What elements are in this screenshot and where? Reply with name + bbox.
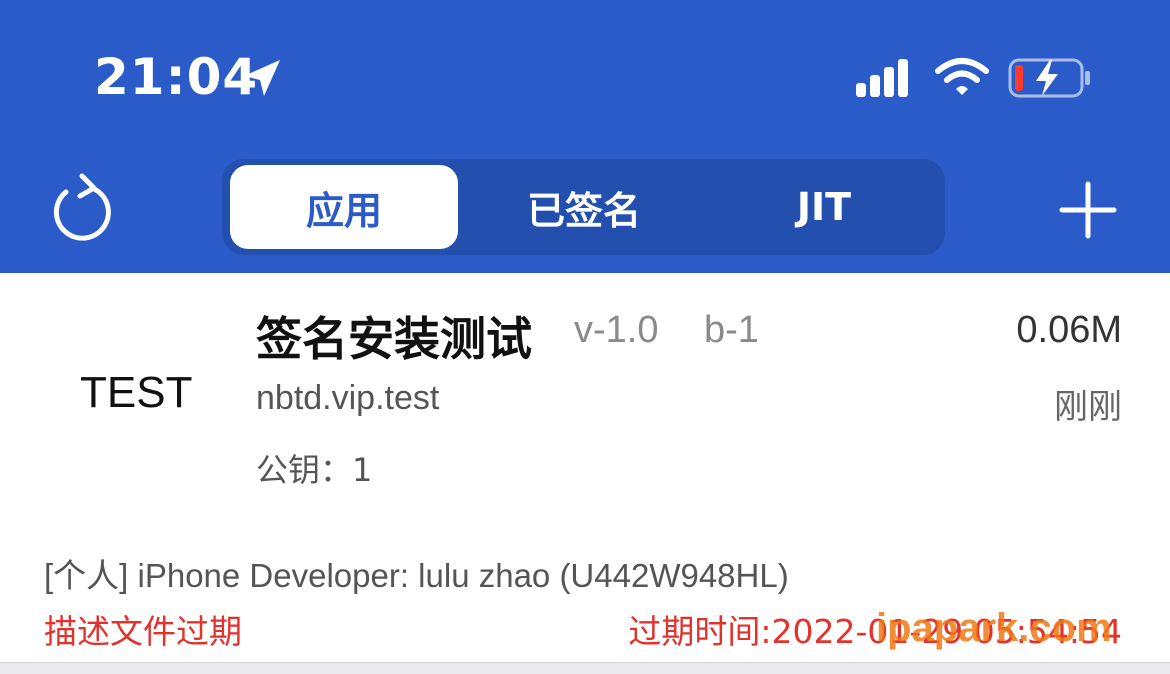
bundle-id: nbtd.vip.test (256, 379, 440, 417)
app-size: 0.06M (1016, 309, 1122, 351)
top-header: 21:04 应用 已签名 JIT (0, 0, 1170, 273)
location-arrow-icon (244, 60, 280, 96)
battery-charging-icon (1008, 58, 1090, 98)
public-key: 公钥：1 (256, 451, 373, 489)
app-list-item[interactable]: TEST 签名安装测试 v-1.0 b-1 0.06M nbtd.vip.tes… (0, 273, 1170, 663)
app-version: v-1.0 (574, 309, 659, 351)
signal-icon (856, 59, 908, 97)
wifi-icon (935, 58, 989, 95)
time-ago: 刚刚 (1054, 387, 1122, 427)
list-divider (0, 662, 1170, 674)
plus-icon[interactable] (1058, 180, 1118, 240)
tab-signed[interactable]: 已签名 (470, 165, 698, 249)
app-icon: TEST (80, 368, 193, 417)
profile-expired-label: 描述文件过期 (44, 612, 242, 651)
watermark: ipapark.com (876, 606, 1112, 650)
tab-apps[interactable]: 应用 (230, 165, 458, 249)
certificate-info: [个人] iPhone Developer: lulu zhao (U442W9… (44, 557, 789, 594)
status-time: 21:04 (94, 48, 259, 106)
app-build: b-1 (704, 309, 759, 351)
tab-jit[interactable]: JIT (710, 165, 938, 249)
app-name: 签名安装测试 (256, 312, 532, 366)
refresh-icon[interactable] (48, 170, 114, 242)
tab-segmented-control: 应用 已签名 JIT (222, 159, 945, 255)
